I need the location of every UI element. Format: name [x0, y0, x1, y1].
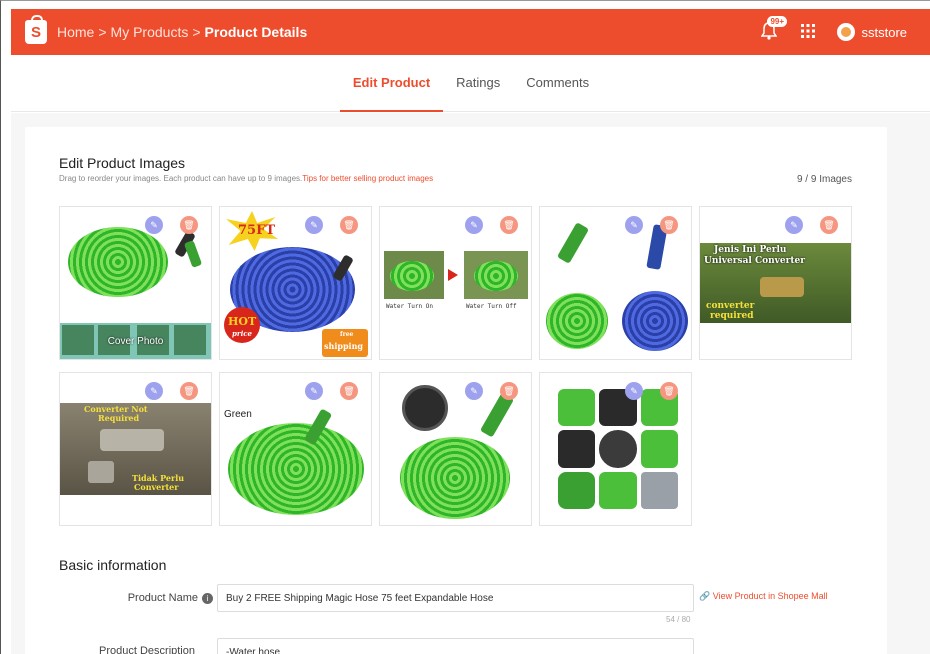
breadcrumb-my-products[interactable]: My Products — [111, 24, 189, 40]
edit-image-icon[interactable]: ✎ — [145, 382, 163, 400]
delete-image-icon[interactable]: 🗑 — [820, 216, 838, 234]
link-icon: 🔗 — [699, 591, 711, 601]
delete-image-icon[interactable]: 🗑 — [340, 382, 358, 400]
nozzle-dial-graphic — [402, 385, 448, 431]
delete-image-icon[interactable]: 🗑 — [180, 216, 198, 234]
tab-bar: Edit Product Ratings Comments — [11, 55, 930, 112]
app-window: S Home > My Products > Product Details 9… — [0, 0, 930, 654]
view-product-link-text: View Product in Shopee Mall — [712, 591, 828, 601]
hose-graphic — [400, 437, 510, 519]
notification-badge: 99+ — [767, 16, 788, 27]
edit-image-icon[interactable]: ✎ — [145, 216, 163, 234]
product-image-5[interactable]: Jenis Ini Perlu Universal Converter conv… — [699, 206, 852, 360]
tap-graphic — [100, 429, 164, 451]
product-image-6[interactable]: Converter Not Required Tidak Perlu Conve… — [59, 372, 212, 526]
shopee-logo-icon[interactable]: S — [25, 15, 47, 44]
description-label: Product Description — [99, 645, 195, 654]
parts-grid-graphic — [558, 389, 678, 509]
thumbnail-cell — [174, 325, 206, 355]
delete-image-icon[interactable]: 🗑 — [340, 216, 358, 234]
tab-comments[interactable]: Comments — [513, 55, 602, 112]
arrow-icon — [448, 269, 458, 281]
edit-image-icon[interactable]: ✎ — [465, 382, 483, 400]
product-name-counter: 54 / 80 — [666, 615, 691, 624]
breadcrumb-current: Product Details — [204, 24, 308, 40]
photo-water-on — [384, 251, 444, 299]
caption-75ft: 75FT — [238, 223, 275, 238]
edit-image-icon[interactable]: ✎ — [625, 216, 643, 234]
hose-graphic — [228, 423, 364, 515]
breadcrumb-separator: > — [98, 24, 107, 40]
product-name-label-text: Product Name — [127, 592, 198, 604]
connector-graphic — [88, 461, 114, 483]
product-description-input[interactable]: -Water hose — [217, 638, 694, 654]
delete-image-icon[interactable]: 🗑 — [500, 382, 518, 400]
info-icon[interactable]: i — [202, 592, 213, 604]
edit-image-icon[interactable]: ✎ — [305, 216, 323, 234]
caption-universal-converter: Universal Converter — [704, 256, 805, 266]
tips-link[interactable]: Tips for better selling product images — [302, 174, 433, 183]
delete-image-icon[interactable]: 🗑 — [660, 216, 678, 234]
product-image-8[interactable]: ✎ 🗑 — [379, 372, 532, 526]
avatar — [837, 23, 856, 41]
nozzle-graphic — [556, 222, 590, 264]
delete-image-icon[interactable]: 🗑 — [500, 216, 518, 234]
caption-converter: converter — [706, 301, 755, 311]
delete-image-icon[interactable]: 🗑 — [660, 382, 678, 400]
edit-image-icon[interactable]: ✎ — [465, 216, 483, 234]
breadcrumb-separator: > — [192, 24, 201, 40]
product-image-2[interactable]: 75FT HOT price free shipping ✎ 🗑 — [219, 206, 372, 360]
product-name-label: Product Name i — [101, 592, 213, 604]
hose-graphic — [68, 227, 168, 297]
edit-image-icon[interactable]: ✎ — [625, 382, 643, 400]
user-menu[interactable]: sststore — [837, 23, 907, 41]
product-image-9[interactable]: ✎ 🗑 — [539, 372, 692, 526]
username: sststore — [861, 24, 907, 40]
thumbnail-cell — [62, 325, 94, 355]
nozzle-graphic — [183, 240, 203, 268]
photo-water-off — [464, 251, 528, 299]
apps-grid-icon[interactable] — [801, 23, 816, 41]
caption-green: Green — [224, 409, 252, 420]
caption-water-off: Water Turn Off — [466, 303, 517, 310]
edit-image-icon[interactable]: ✎ — [785, 216, 803, 234]
breadcrumb: Home > My Products > Product Details — [57, 24, 307, 40]
edit-image-icon[interactable]: ✎ — [305, 382, 323, 400]
images-hint-text: Drag to reorder your images. Each produc… — [59, 174, 303, 183]
hose-graphic — [622, 291, 688, 351]
view-product-link[interactable]: 🔗 View Product in Shopee Mall — [699, 591, 828, 602]
product-image-3[interactable]: Water Turn On Water Turn Off ✎ 🗑 — [379, 206, 532, 360]
breadcrumb-home[interactable]: Home — [57, 24, 94, 40]
caption-free: free — [340, 331, 354, 338]
hose-graphic — [546, 293, 608, 349]
caption-water-on: Water Turn On — [386, 303, 433, 310]
caption-required: required — [710, 311, 754, 321]
caption-hot: HOT — [228, 315, 257, 328]
product-image-4[interactable]: ✎ 🗑 — [539, 206, 692, 360]
images-section-title: Edit Product Images — [59, 155, 186, 171]
cover-photo-overlay: Cover Photo — [60, 323, 211, 359]
product-image-7[interactable]: Green ✎ 🗑 — [219, 372, 372, 526]
product-image-1[interactable]: ✎ 🗑 Cover Photo — [59, 206, 212, 360]
caption-shipping: shipping — [324, 341, 363, 351]
image-count: 9 / 9 Images — [796, 174, 852, 185]
delete-image-icon[interactable]: 🗑 — [180, 382, 198, 400]
tap-graphic — [760, 277, 804, 297]
top-header: S Home > My Products > Product Details 9… — [11, 9, 930, 55]
tab-ratings[interactable]: Ratings — [443, 55, 513, 112]
caption-jenis: Jenis Ini Perlu — [714, 245, 787, 255]
caption-price: price — [232, 329, 252, 338]
caption-required: Required — [98, 413, 140, 423]
notification-bell-icon[interactable]: 99+ — [761, 16, 788, 42]
tab-edit-product[interactable]: Edit Product — [339, 55, 444, 112]
basic-info-title: Basic information — [59, 557, 167, 573]
images-section-subtitle: Drag to reorder your images. Each produc… — [59, 174, 433, 183]
cover-photo-label: Cover Photo — [107, 335, 164, 347]
product-name-input[interactable]: Buy 2 FREE Shipping Magic Hose 75 feet E… — [217, 584, 694, 612]
caption-converter-2: Converter — [134, 482, 179, 492]
